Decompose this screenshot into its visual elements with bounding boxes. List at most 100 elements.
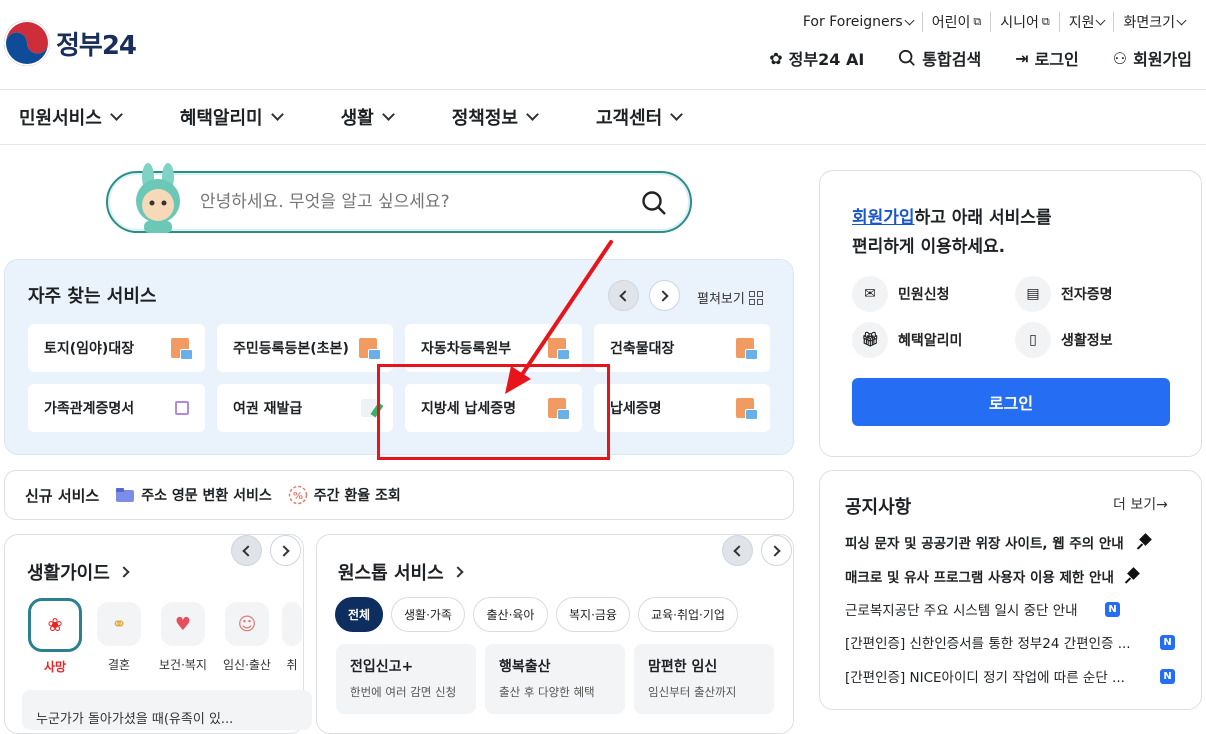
util-foreigners[interactable]: For Foreigners xyxy=(794,14,922,30)
grid-icon xyxy=(748,290,763,305)
taegeuk-logo-icon xyxy=(4,20,50,66)
tool-label: 회원가입 xyxy=(1133,50,1192,69)
login-link[interactable]: ⇥ 로그인 xyxy=(1015,46,1079,70)
new-service-label: 주소 영문 변환 서비스 xyxy=(141,488,272,504)
quick-civil-apply[interactable]: ✉ 민원신청 xyxy=(852,276,950,312)
util-senior[interactable]: 시니어 ⧉ xyxy=(990,12,1059,32)
login-button[interactable]: 로그인 xyxy=(852,378,1170,426)
search-submit-icon[interactable] xyxy=(640,189,668,217)
util-support[interactable]: 지원 xyxy=(1058,12,1114,32)
prev-button[interactable] xyxy=(722,535,753,566)
chevron-down-icon xyxy=(904,15,915,25)
service-card[interactable]: 여권 재발급 xyxy=(217,384,393,432)
nav-civil-services[interactable]: 민원서비스 xyxy=(19,104,123,130)
next-button[interactable] xyxy=(761,535,792,566)
util-label: 지원 xyxy=(1068,15,1095,31)
onestop-card[interactable]: 행복출산 출산 후 다양한 혜택 xyxy=(485,644,625,714)
search-input[interactable] xyxy=(200,189,620,215)
life-item[interactable]: ⚭ 결혼 xyxy=(90,602,148,673)
signup-link[interactable]: 회원가입 xyxy=(852,208,915,228)
util-label: 어린이 xyxy=(931,15,971,31)
document-print-icon xyxy=(736,398,758,420)
onestop-card[interactable]: 맘편한 임신 임신부터 출산까지 xyxy=(634,644,774,714)
document-print-icon xyxy=(736,338,758,360)
search-icon xyxy=(899,49,916,66)
util-label: For Foreigners xyxy=(802,14,903,30)
quick-life-info[interactable]: ▯ 생활정보 xyxy=(1015,322,1113,358)
onestop-title-label: 원스톱 서비스 xyxy=(338,563,444,584)
life-item[interactable]: ♥ 보건·복지 xyxy=(154,602,212,673)
new-service-item[interactable]: 주소 영문 변환 서비스 xyxy=(115,485,272,505)
card-title: 맘편한 임신 xyxy=(648,659,718,675)
life-item[interactable]: ☺ 임신·출산 xyxy=(218,602,276,673)
user-plus-icon: ⚇ xyxy=(1112,48,1128,68)
life-guide-title[interactable]: 생활가이드 xyxy=(27,559,131,585)
expand-label: 펼쳐보기 xyxy=(697,292,745,307)
notice-item[interactable]: 매크로 및 유사 프로그램 사용자 이용 제한 안내 xyxy=(845,566,1141,586)
bookmark-icon: ▯ xyxy=(1015,322,1051,358)
notice-item[interactable]: [간편인증] NICE아이디 정기 작업에 따른 순단 ... N xyxy=(845,666,1175,686)
envelope-icon: ✉ xyxy=(852,276,888,312)
quick-e-cert[interactable]: ▤ 전자증명 xyxy=(1015,276,1113,312)
job-icon xyxy=(282,602,302,646)
quick-benefits[interactable]: 🎁︎ 혜택알리미 xyxy=(852,322,962,358)
life-item[interactable]: ❀ 사망 xyxy=(26,598,84,675)
arrow-left-icon xyxy=(242,544,254,557)
arrow-left-icon xyxy=(619,289,631,302)
chevron-down-icon xyxy=(670,108,684,121)
chip-life-family[interactable]: 생활·가족 xyxy=(391,597,465,632)
chevron-down-icon xyxy=(270,108,284,121)
nav-benefits[interactable]: 혜택알리미 xyxy=(180,104,284,130)
notice-item[interactable]: 피싱 문자 및 공공기관 위장 사이트, 웹 주의 안내 xyxy=(845,532,1153,552)
notice-more-link[interactable]: 더 보기→ xyxy=(1113,494,1168,514)
prev-button[interactable] xyxy=(231,535,262,566)
login-message-text: 하고 아래 서비스를 xyxy=(914,208,1052,228)
chip-birth-childcare[interactable]: 출산·육아 xyxy=(473,597,548,632)
next-button[interactable] xyxy=(649,280,680,311)
external-link-icon: ⧉ xyxy=(973,15,982,28)
search-bar xyxy=(106,171,692,233)
life-item-label: 사망 xyxy=(43,660,67,674)
new-services-bar: 신규 서비스 주소 영문 변환 서비스 % 주간 환율 조회 xyxy=(4,470,794,520)
util-font-size[interactable]: 화면크기 xyxy=(1113,12,1194,32)
service-card[interactable]: 토지(임야)대장 xyxy=(28,324,205,372)
ai-button[interactable]: ✿ 정부24 AI xyxy=(769,46,864,70)
arrow-right-icon xyxy=(769,544,781,557)
util-kids[interactable]: 어린이 ⧉ xyxy=(921,12,991,32)
onestop-title[interactable]: 원스톱 서비스 xyxy=(338,559,465,585)
nav-label: 고객센터 xyxy=(596,108,663,129)
search-button[interactable]: 통합검색 xyxy=(898,46,981,70)
notice-item[interactable]: 근로복지공단 주요 시스템 일시 중단 안내 N xyxy=(845,599,1120,619)
notice-title: 공지사항 xyxy=(845,497,912,518)
new-service-item[interactable]: % 주간 환율 조회 xyxy=(288,485,401,505)
tool-label: 통합검색 xyxy=(922,50,982,69)
life-guide-snippet[interactable]: 누군가가 돌아가셨을 때(유족이 있... xyxy=(22,690,312,730)
onestop-carousel-nav xyxy=(722,535,792,566)
login-message: 회원가입하고 아래 서비스를 편리하게 이용하세요. xyxy=(852,204,1172,262)
chip-welfare-finance[interactable]: 복지·금융 xyxy=(556,597,630,632)
notice-item[interactable]: [간편인증] 신한인증서를 통한 정부24 간편인증 ... N xyxy=(845,632,1175,652)
external-link-icon: ⧉ xyxy=(1041,15,1050,28)
new-service-label: 주간 환율 조회 xyxy=(313,488,401,504)
life-item-label: 취 xyxy=(286,658,298,672)
service-card[interactable]: 납세증명 xyxy=(594,384,770,432)
chip-education-jobs[interactable]: 교육·취업·기업 xyxy=(638,597,738,632)
next-button[interactable] xyxy=(270,535,301,566)
service-label: 가족관계증명서 xyxy=(44,401,135,417)
chip-all[interactable]: 전체 xyxy=(335,597,383,632)
new-badge: N xyxy=(1160,668,1175,684)
nav-life[interactable]: 생활 xyxy=(341,104,395,130)
life-item[interactable]: 취 xyxy=(282,602,302,673)
signup-link[interactable]: ⚇ 회원가입 xyxy=(1113,46,1192,70)
onestop-card[interactable]: 전입신고+ 한번에 여러 감면 신청 xyxy=(336,644,476,714)
site-logo[interactable]: 정부24 xyxy=(4,20,137,66)
life-item-label: 보건·복지 xyxy=(159,658,207,672)
nav-policy[interactable]: 정책정보 xyxy=(452,104,539,130)
expand-view-button[interactable]: 펼쳐보기 xyxy=(697,288,763,307)
arrow-left-icon xyxy=(733,544,745,557)
service-card[interactable]: 가족관계증명서 xyxy=(28,384,205,432)
service-card[interactable]: 주민등록등본(초본) xyxy=(217,324,393,372)
service-card[interactable]: 건축물대장 xyxy=(594,324,770,372)
chevron-right-icon xyxy=(118,566,130,578)
nav-customer-center[interactable]: 고객센터 xyxy=(596,104,684,130)
